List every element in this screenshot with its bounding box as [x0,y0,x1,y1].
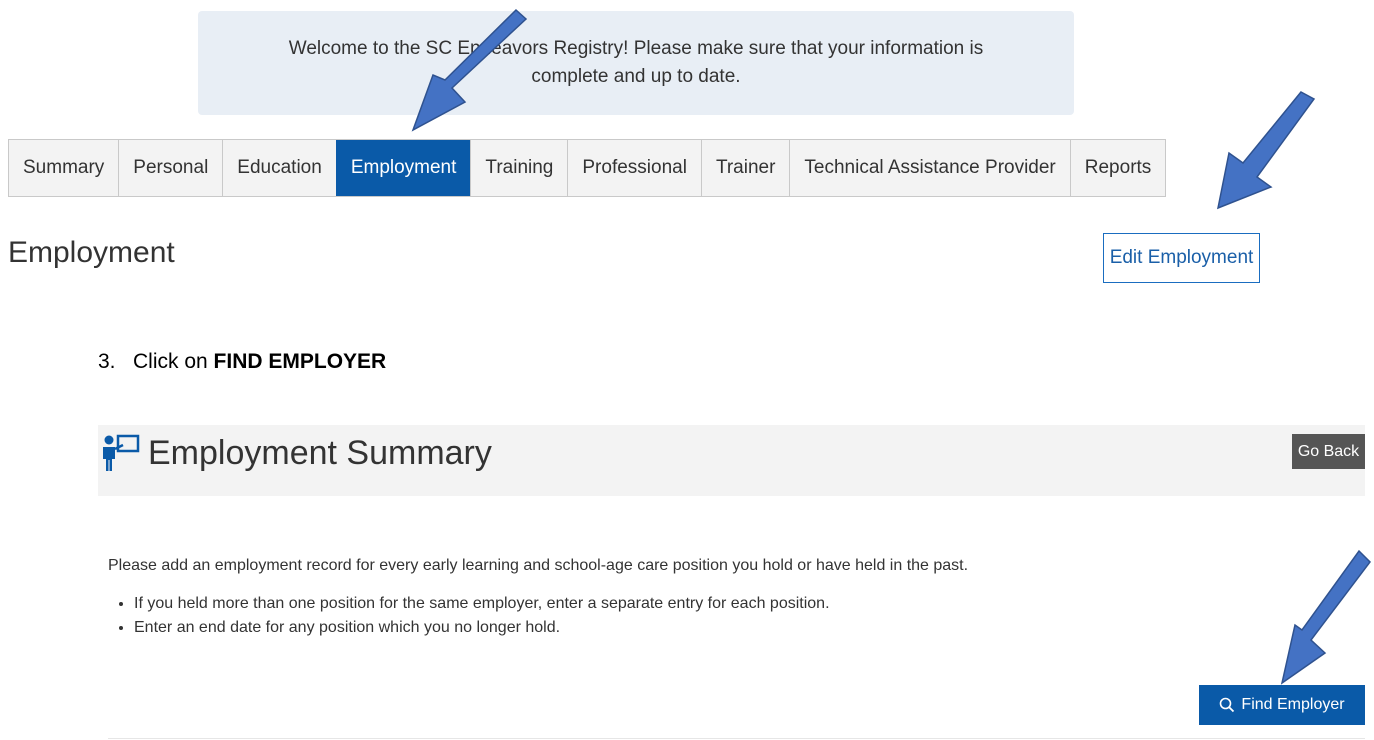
arrow-icon [411,8,528,132]
annotation-arrows [411,8,1371,685]
arrow-icon [1216,91,1316,210]
arrow-icon [1280,549,1371,685]
